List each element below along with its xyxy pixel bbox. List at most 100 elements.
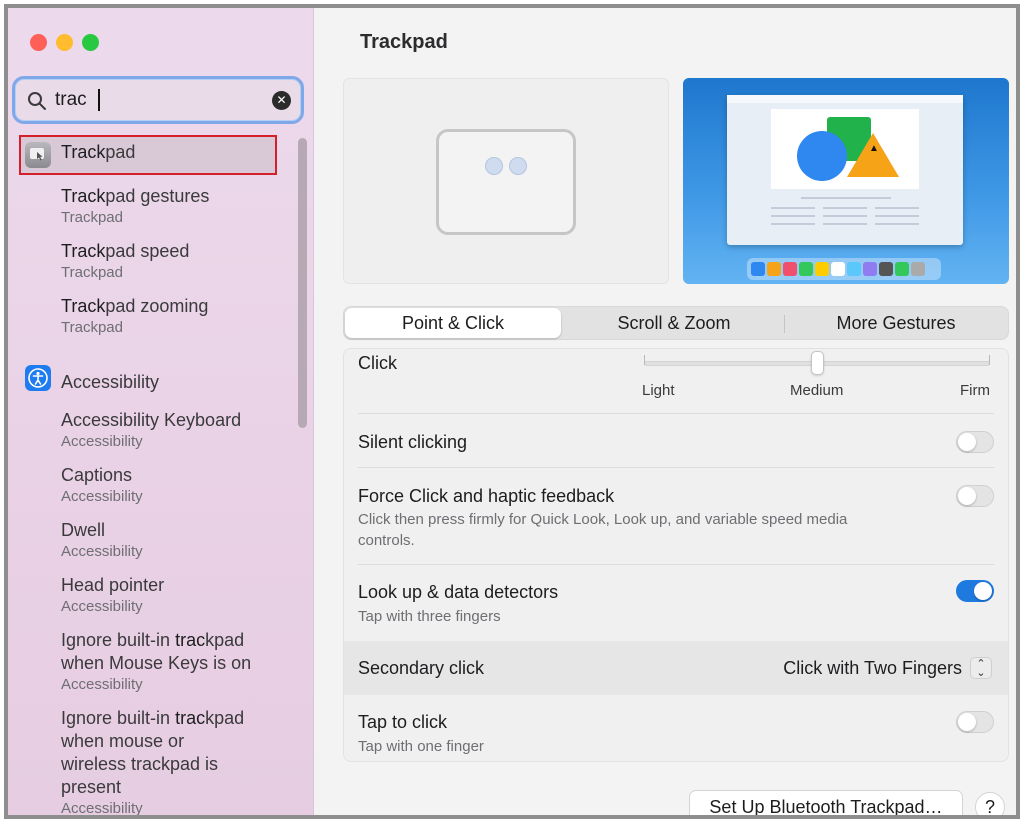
tab-more-gestures[interactable]: More Gestures — [786, 308, 1006, 338]
blue-circle-shape — [797, 131, 847, 181]
sidebar-scrollbar[interactable] — [298, 138, 307, 428]
minimize-window-button[interactable] — [56, 34, 73, 51]
result-subtitle: Accessibility — [61, 433, 143, 450]
tick-label-medium: Medium — [790, 382, 844, 399]
text-line — [875, 207, 919, 209]
result-title-continued: when Mouse Keys is on — [61, 653, 252, 673]
zoom-window-button[interactable] — [82, 34, 99, 51]
search-field[interactable]: ✕ — [12, 76, 304, 124]
dock-app-icon — [911, 262, 925, 276]
result-subtitle: Trackpad — [61, 319, 123, 336]
secondary-click-popup[interactable]: Click with Two Fingers — [783, 658, 962, 679]
secondary-click-row: Secondary click Click with Two Fingers ⌃… — [344, 641, 1008, 695]
text-line — [823, 223, 867, 225]
trackpad-preview — [343, 78, 669, 284]
dock-app-icon — [751, 262, 765, 276]
result-title-continued: present — [61, 777, 122, 797]
toggle-knob — [974, 582, 992, 600]
result-title: Trackpad — [61, 142, 136, 162]
sidebar: ✕ TrackpadTrackpad gesturesTrackpadTrack… — [8, 8, 314, 815]
silent-clicking-label: Silent clicking — [358, 432, 468, 452]
close-window-button[interactable] — [30, 34, 47, 51]
text-caret — [98, 89, 100, 111]
force-click-label: Force Click and haptic feedback — [358, 486, 615, 506]
silent-clicking-toggle[interactable] — [956, 431, 994, 453]
dock-app-icon — [799, 262, 813, 276]
slider-tick — [989, 355, 990, 365]
text-line — [771, 207, 815, 209]
look-up-label: Look up & data detectors — [358, 582, 559, 602]
preview-window-bar — [727, 95, 963, 103]
result-title: Accessibility Keyboard — [61, 410, 242, 430]
tab-divider — [784, 315, 785, 333]
secondary-click-label: Secondary click — [358, 658, 485, 678]
match-highlight: Track — [61, 241, 106, 261]
result-title: Trackpad speed — [61, 241, 190, 261]
click-pressure-label: Click — [358, 353, 397, 373]
text-line — [801, 197, 891, 199]
toggle-knob — [958, 487, 976, 505]
cursor-icon: ▲ — [869, 143, 879, 154]
tab-point-click[interactable]: Point & Click — [345, 308, 561, 338]
match-highlight: trac — [175, 708, 206, 728]
chevron-up-down-icon[interactable]: ⌃ ⌄ — [970, 657, 992, 679]
dock-app-icon — [767, 262, 781, 276]
result-title: Ignore built-in trackpad — [61, 630, 245, 650]
row-separator — [358, 413, 994, 414]
dock-app-icon — [783, 262, 797, 276]
search-icon — [28, 92, 46, 110]
force-click-toggle[interactable] — [956, 485, 994, 507]
main-pane: Trackpad ▲ Point & Click Scroll & Zoom M… — [315, 8, 1016, 815]
tick-label-firm: Firm — [960, 382, 990, 399]
tap-to-click-description: Tap with one finger — [358, 738, 484, 755]
result-title: Head pointer — [61, 575, 165, 595]
text-line — [823, 215, 867, 217]
trackpad-illustration — [436, 129, 576, 235]
dock-app-icon — [815, 262, 829, 276]
toggle-knob — [958, 433, 976, 451]
selected-result-highlight — [19, 135, 277, 175]
result-title: Captions — [61, 465, 133, 485]
match-highlight: trac — [175, 630, 206, 650]
look-up-toggle[interactable] — [956, 580, 994, 602]
tap-to-click-toggle[interactable] — [956, 711, 994, 733]
settings-list: Click Light Medium Firm Silent clicking … — [343, 348, 1009, 762]
finger-dot — [485, 157, 503, 175]
result-subtitle: Accessibility — [61, 676, 143, 693]
result-subtitle: Accessibility — [61, 488, 143, 505]
slider-knob[interactable] — [811, 351, 824, 375]
preview-canvas: ▲ — [771, 109, 919, 189]
finger-dot — [509, 157, 527, 175]
result-title-continued: wireless trackpad is — [61, 754, 219, 774]
result-title: Trackpad zooming — [61, 296, 209, 316]
result-title-continued: when mouse or — [61, 731, 185, 751]
preview-dock — [747, 258, 941, 280]
text-line — [823, 207, 867, 209]
tab-scroll-zoom[interactable]: Scroll & Zoom — [564, 308, 784, 338]
row-separator — [358, 564, 994, 565]
force-click-description: Click then press firmly for Quick Look, … — [358, 511, 848, 549]
slider-tick — [644, 355, 645, 365]
dock-app-icon — [879, 262, 893, 276]
match-highlight: Track — [61, 186, 106, 206]
result-subtitle: Accessibility — [61, 598, 143, 615]
gesture-preview-video: ▲ — [683, 78, 1009, 284]
text-line — [875, 215, 919, 217]
tab-bar: Point & Click Scroll & Zoom More Gesture… — [343, 306, 1009, 340]
look-up-description: Tap with three fingers — [358, 608, 501, 625]
result-subtitle: Accessibility — [61, 800, 143, 817]
result-title: Accessibility — [61, 372, 160, 392]
tap-to-click-label: Tap to click — [358, 712, 448, 732]
text-line — [771, 223, 815, 225]
text-line — [771, 215, 815, 217]
set-up-bluetooth-trackpad-button[interactable]: Set Up Bluetooth Trackpad… — [689, 790, 963, 815]
clear-search-icon[interactable]: ✕ — [272, 91, 291, 110]
tick-label-light: Light — [642, 382, 675, 399]
match-highlight: Track — [61, 142, 106, 162]
help-button[interactable]: ? — [975, 792, 1005, 815]
dock-app-icon — [895, 262, 909, 276]
trackpad-app-icon — [25, 142, 51, 168]
search-input[interactable] — [55, 87, 255, 113]
result-subtitle: Trackpad — [61, 264, 123, 281]
row-separator — [358, 467, 994, 468]
